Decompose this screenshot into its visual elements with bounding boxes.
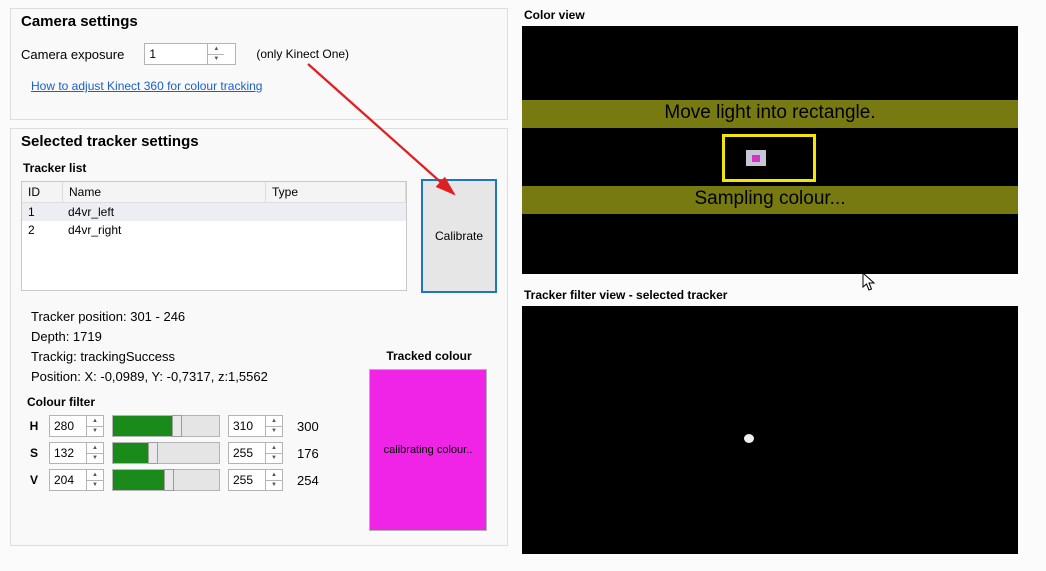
color-view: Move light into rectangle. Sampling colo…: [522, 26, 1018, 274]
chevron-down-icon[interactable]: ▼: [266, 454, 282, 464]
v-readout: 254: [297, 473, 329, 488]
camera-exposure-input[interactable]: [145, 45, 207, 63]
tracker-filter-view-title: Tracker filter view - selected tracker: [524, 288, 1036, 302]
chevron-up-icon[interactable]: ▲: [266, 470, 282, 481]
color-view-instruction: Move light into rectangle.: [522, 102, 1018, 124]
tracked-colour-panel: Tracked colour calibrating colour..: [369, 349, 489, 531]
tracker-filter-view: [522, 306, 1018, 554]
v-label: V: [27, 473, 41, 487]
col-header-name[interactable]: Name: [63, 182, 266, 202]
h-low-stepper[interactable]: ▲▼: [49, 415, 104, 437]
s-low-input[interactable]: [50, 444, 86, 462]
table-row[interactable]: 2 d4vr_right: [22, 221, 406, 239]
calibration-target-rect: [722, 134, 816, 182]
chevron-up-icon[interactable]: ▲: [87, 470, 103, 481]
camera-exposure-up-icon[interactable]: ▲: [208, 44, 224, 55]
camera-exposure-down-icon[interactable]: ▼: [208, 55, 224, 65]
chevron-up-icon[interactable]: ▲: [266, 443, 282, 454]
s-readout: 176: [297, 446, 329, 461]
chevron-down-icon[interactable]: ▼: [87, 427, 103, 437]
h-high-stepper[interactable]: ▲▼: [228, 415, 283, 437]
tracker-position-readout: Tracker position: 301 - 246: [31, 307, 491, 327]
h-slider[interactable]: [112, 415, 220, 437]
chevron-up-icon[interactable]: ▲: [87, 443, 103, 454]
chevron-down-icon[interactable]: ▼: [87, 454, 103, 464]
color-view-title: Color view: [524, 8, 1036, 22]
tracker-depth-readout: Depth: 1719: [31, 327, 491, 347]
h-low-input[interactable]: [50, 417, 86, 435]
camera-settings-title: Camera settings: [21, 13, 138, 30]
tracked-colour-swatch: calibrating colour..: [369, 369, 487, 531]
tracked-colour-title: Tracked colour: [369, 349, 489, 363]
h-label: H: [27, 419, 41, 433]
calibrate-button[interactable]: Calibrate: [421, 179, 497, 293]
tracked-colour-status: calibrating colour..: [384, 444, 473, 456]
tracked-object-marker: [746, 150, 766, 166]
s-label: S: [27, 446, 41, 460]
chevron-up-icon[interactable]: ▲: [87, 416, 103, 427]
camera-exposure-label: Camera exposure: [21, 47, 124, 62]
camera-settings-panel: Camera settings Camera exposure ▲ ▼ (onl…: [10, 8, 508, 120]
s-high-input[interactable]: [229, 444, 265, 462]
camera-exposure-stepper[interactable]: ▲ ▼: [144, 43, 236, 65]
chevron-down-icon[interactable]: ▼: [266, 427, 282, 437]
tracker-settings-title: Selected tracker settings: [21, 133, 199, 150]
h-readout: 300: [297, 419, 329, 434]
chevron-down-icon[interactable]: ▼: [266, 481, 282, 491]
s-slider[interactable]: [112, 442, 220, 464]
h-high-input[interactable]: [229, 417, 265, 435]
chevron-up-icon[interactable]: ▲: [266, 416, 282, 427]
v-high-stepper[interactable]: ▲▼: [228, 469, 283, 491]
v-high-input[interactable]: [229, 471, 265, 489]
color-view-sampling: Sampling colour...: [522, 188, 1018, 210]
chevron-down-icon[interactable]: ▼: [87, 481, 103, 491]
col-header-id[interactable]: ID: [22, 182, 63, 202]
s-high-stepper[interactable]: ▲▼: [228, 442, 283, 464]
camera-kinect-note: (only Kinect One): [256, 47, 349, 61]
tracker-list-label: Tracker list: [23, 161, 405, 175]
v-low-stepper[interactable]: ▲▼: [49, 469, 104, 491]
col-header-type[interactable]: Type: [266, 182, 406, 202]
table-row[interactable]: 1 d4vr_left: [22, 203, 406, 221]
tracker-list-table: ID Name Type 1 d4vr_left 2 d4vr_right: [21, 181, 407, 291]
filter-view-dot: [744, 434, 754, 443]
s-low-stepper[interactable]: ▲▼: [49, 442, 104, 464]
v-low-input[interactable]: [50, 471, 86, 489]
v-slider[interactable]: [112, 469, 220, 491]
tracker-settings-panel: Selected tracker settings Tracker list I…: [10, 128, 508, 546]
kinect-help-link[interactable]: How to adjust Kinect 360 for colour trac…: [31, 79, 262, 93]
tracked-dot-icon: [752, 155, 760, 162]
